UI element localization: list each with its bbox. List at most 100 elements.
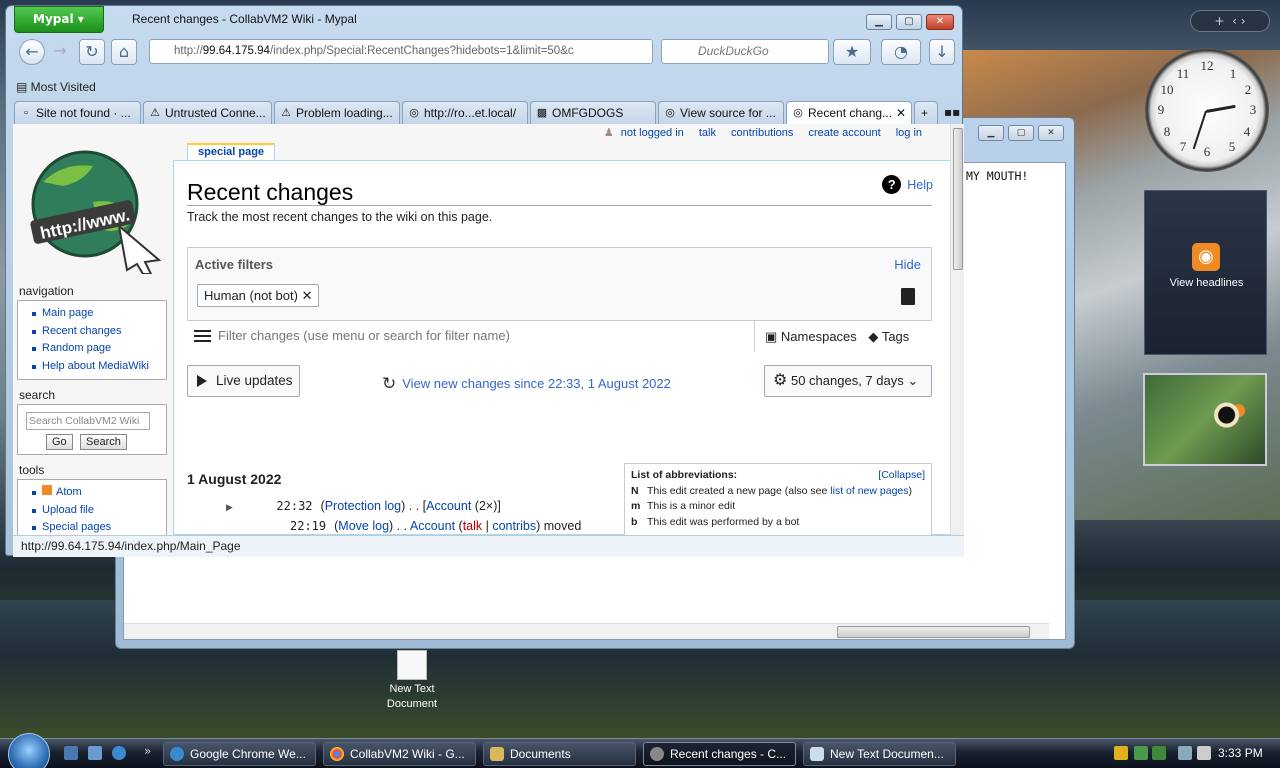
change-time: 22:32 bbox=[276, 499, 313, 513]
maximize-button[interactable]: ▢ bbox=[896, 14, 922, 30]
history-button[interactable]: ◔ bbox=[881, 39, 921, 65]
user-link[interactable]: Account bbox=[410, 519, 455, 533]
live-updates-button[interactable]: Live updates bbox=[187, 365, 300, 397]
clock-gadget[interactable]: 12 1 2 3 4 5 6 7 8 9 10 11 bbox=[1145, 48, 1269, 172]
back-button[interactable]: ← bbox=[19, 39, 45, 65]
expand-arrow-icon[interactable]: ▶ bbox=[226, 502, 233, 512]
user-talk-link[interactable]: talk bbox=[463, 519, 482, 533]
user-contribs-link[interactable]: contribs bbox=[492, 519, 536, 533]
filter-search-input[interactable]: Filter changes (use menu or search for f… bbox=[218, 328, 510, 343]
tab-view-source[interactable]: ◎ View source for ... bbox=[658, 101, 784, 125]
taskbar-item-chrome-web[interactable]: Google Chrome We... bbox=[163, 742, 316, 766]
close-button[interactable]: ✕ bbox=[926, 14, 954, 30]
wiki-logo[interactable]: http://www. bbox=[23, 142, 161, 274]
notepad-text: MY MOUTH! bbox=[966, 169, 1029, 183]
reload-button[interactable]: ↻ bbox=[79, 39, 105, 65]
go-button[interactable]: Go bbox=[46, 434, 73, 450]
feed-headlines-gadget[interactable]: ◉ View headlines bbox=[1144, 190, 1267, 355]
minimize-button[interactable]: ▁ bbox=[866, 14, 892, 30]
list-all-tabs-icon[interactable]: ▪▪ bbox=[944, 105, 960, 119]
wiki-search-input[interactable]: Search CollabVM2 Wiki bbox=[26, 412, 150, 430]
horizontal-scrollbar[interactable] bbox=[124, 623, 1049, 639]
taskbar-item-recent-changes[interactable]: Recent changes - C... bbox=[643, 742, 796, 766]
namespaces-button[interactable]: Namespaces bbox=[781, 329, 857, 344]
app-menu-button[interactable]: Mypal ▾ bbox=[14, 6, 104, 33]
maximize-button[interactable]: ▢ bbox=[1008, 125, 1034, 141]
show-desktop-icon[interactable] bbox=[64, 746, 78, 760]
log-link[interactable]: Protection log bbox=[325, 499, 401, 513]
slideshow-gadget[interactable] bbox=[1143, 373, 1267, 466]
bookmarks-button[interactable]: ★ bbox=[833, 39, 871, 65]
upload-file-link[interactable]: Upload file bbox=[28, 502, 166, 520]
taskbar-item-documents[interactable]: Documents bbox=[483, 742, 636, 766]
remove-filter-icon[interactable]: ✕ bbox=[302, 288, 313, 303]
switch-windows-icon[interactable] bbox=[88, 746, 102, 760]
trash-icon[interactable] bbox=[901, 288, 915, 305]
atom-feed-link[interactable]: Atom bbox=[28, 484, 166, 502]
sidebar-item-random-page[interactable]: Random page bbox=[28, 340, 166, 358]
url-bar[interactable]: http://99.64.175.94/index.php/Special:Re… bbox=[149, 39, 653, 64]
vertical-scrollbar[interactable] bbox=[950, 124, 964, 535]
user-link[interactable]: Account bbox=[426, 499, 471, 513]
sidebar-item-help[interactable]: Help about MediaWiki bbox=[28, 358, 166, 376]
status-bar: http://99.64.175.94/index.php/Main_Page bbox=[13, 535, 964, 557]
forward-button[interactable]: → bbox=[47, 39, 73, 65]
filter-search-bar[interactable]: Filter changes (use menu or search for f… bbox=[187, 320, 932, 352]
internet-explorer-icon[interactable] bbox=[112, 746, 126, 760]
quicklaunch-overflow-icon[interactable]: » bbox=[144, 744, 151, 758]
special-pages-link[interactable]: Special pages bbox=[28, 519, 166, 535]
close-button[interactable]: ✕ bbox=[1038, 125, 1064, 141]
taskbar-clock[interactable]: 3:33 PM bbox=[1218, 746, 1263, 760]
tab-close-icon[interactable]: ✕ bbox=[896, 102, 906, 124]
filter-chip-human[interactable]: Human (not bot) ✕ bbox=[197, 284, 320, 307]
tray-app-icon[interactable] bbox=[1134, 746, 1148, 760]
user-icon: ♟ bbox=[603, 127, 614, 139]
talk-link[interactable]: talk bbox=[699, 127, 716, 139]
tab-recent-changes[interactable]: ◎ Recent chang... ✕ bbox=[786, 101, 912, 125]
scrollbar-thumb[interactable] bbox=[837, 626, 1030, 638]
most-visited-folder[interactable]: ▤ Most Visited bbox=[16, 80, 96, 94]
sidebar-item-main-page[interactable]: Main page bbox=[28, 305, 166, 323]
tab-label: Recent chang... bbox=[808, 106, 893, 120]
tags-button[interactable]: Tags bbox=[882, 329, 909, 344]
volume-muted-icon[interactable] bbox=[1197, 746, 1211, 760]
hide-filters-button[interactable]: Hide bbox=[894, 257, 921, 272]
minimize-button[interactable]: ▁ bbox=[978, 125, 1004, 141]
tab-untrusted-connection[interactable]: ⚠ Untrusted Conne... bbox=[143, 101, 272, 125]
results-options-button[interactable]: ⚙ 50 changes, 7 days ⌄ bbox=[764, 365, 932, 397]
create-account-link[interactable]: create account bbox=[808, 127, 880, 139]
search-button[interactable]: Search bbox=[80, 434, 127, 450]
home-button[interactable]: ⌂ bbox=[111, 39, 137, 65]
desktop-icon-new-text-document[interactable]: New Text Document bbox=[378, 650, 446, 712]
taskbar-item-new-text-document[interactable]: New Text Documen... bbox=[803, 742, 956, 766]
tab-site-not-found[interactable]: ▫ Site not found · ... bbox=[14, 101, 141, 125]
network-icon[interactable] bbox=[1178, 746, 1192, 760]
tab-local-url[interactable]: ◎ http://ro...et.local/ bbox=[402, 101, 528, 125]
view-new-changes-link[interactable]: ↻ View new changes since 22:33, 1 August … bbox=[382, 373, 671, 393]
taskbar-item-collabvm-wiki[interactable]: CollabVM2 Wiki - G... bbox=[323, 742, 476, 766]
menu-icon[interactable] bbox=[194, 330, 211, 332]
browser-window[interactable]: Mypal ▾ Recent changes - CollabVM2 Wiki … bbox=[5, 5, 964, 557]
scrollbar-thumb[interactable] bbox=[953, 128, 963, 270]
tab-special-page[interactable]: special page bbox=[187, 143, 276, 161]
log-in-link[interactable]: log in bbox=[896, 127, 922, 139]
tray-app-icon[interactable] bbox=[1152, 746, 1166, 760]
help-icon: ? bbox=[882, 175, 902, 194]
globe-icon: ◎ bbox=[793, 107, 803, 119]
new-pages-link[interactable]: list of new pages bbox=[830, 485, 908, 497]
search-bar[interactable]: DuckDuckGo bbox=[661, 39, 829, 64]
tab-problem-loading[interactable]: ⚠ Problem loading... bbox=[274, 101, 400, 125]
contributions-link[interactable]: contributions bbox=[731, 127, 793, 139]
downloads-button[interactable]: ↓ bbox=[929, 39, 955, 65]
help-link[interactable]: ? Help bbox=[882, 175, 933, 194]
sidebar-add-gadget-button[interactable]: + ‹ › bbox=[1190, 10, 1270, 32]
namespaces-icon: ▣ bbox=[765, 329, 778, 344]
clock-numeral: 6 bbox=[1203, 144, 1211, 159]
start-button[interactable] bbox=[8, 733, 50, 768]
new-tab-button[interactable]: + bbox=[914, 101, 938, 125]
log-link[interactable]: Move log bbox=[338, 519, 389, 533]
collapse-link[interactable]: [Collapse] bbox=[878, 468, 925, 484]
security-shield-icon[interactable] bbox=[1114, 746, 1128, 760]
tab-omfgdogs[interactable]: ▩ OMFGDOGS bbox=[530, 101, 656, 125]
sidebar-item-recent-changes[interactable]: Recent changes bbox=[28, 323, 166, 341]
